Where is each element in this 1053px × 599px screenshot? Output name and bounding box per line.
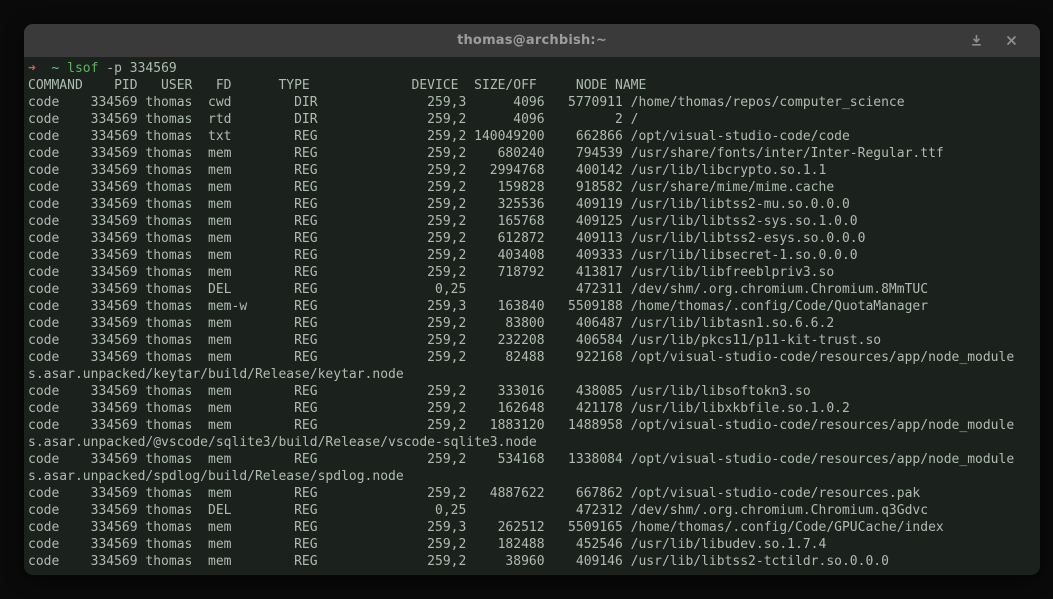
lsof-row: code 334569 thomas mem REG 259,2 325536 … xyxy=(28,196,1014,213)
lsof-row: code 334569 thomas DEL REG 0,25 472311 /… xyxy=(28,281,1014,298)
prompt-segment-arrow: ➜ xyxy=(28,61,36,76)
lsof-row: code 334569 thomas mem REG 259,2 2994768… xyxy=(28,162,1014,179)
lsof-row: code 334569 thomas mem REG 259,2 718792 … xyxy=(28,264,1014,281)
prompt-segment-path: ~ xyxy=(36,61,59,76)
prompt-segment-args: -p 334569 xyxy=(98,61,176,76)
lsof-header-row: COMMAND PID USER FD TYPE DEVICE SIZE/OFF… xyxy=(28,77,1014,94)
lsof-row: code 334569 thomas mem REG 259,3 262512 … xyxy=(28,519,1014,536)
shell-prompt: ➜ ~ lsof -p 334569 xyxy=(28,60,1014,77)
window-title: thomas@archbish:~ xyxy=(457,33,607,48)
lsof-row: code 334569 thomas mem REG 259,2 165768 … xyxy=(28,213,1014,230)
close-icon[interactable] xyxy=(1004,34,1018,48)
lsof-row: code 334569 thomas mem REG 259,2 680240 … xyxy=(28,145,1014,162)
lsof-row: code 334569 thomas mem REG 259,2 333016 … xyxy=(28,383,1014,400)
lsof-row: code 334569 thomas mem REG 259,2 403408 … xyxy=(28,247,1014,264)
terminal-window: thomas@archbish:~ ➜ ~ lsof -p 334569 COM… xyxy=(24,24,1040,575)
titlebar-controls xyxy=(969,24,1018,57)
lsof-rows: code 334569 thomas cwd DIR 259,3 4096 57… xyxy=(28,94,1036,570)
lsof-row: code 334569 thomas mem REG 259,2 612872 … xyxy=(28,230,1014,247)
lsof-row: code 334569 thomas mem REG 259,2 534168 … xyxy=(28,451,1014,485)
lsof-row: code 334569 thomas cwd DIR 259,3 4096 57… xyxy=(28,94,1014,111)
lsof-row: code 334569 thomas DEL REG 0,25 472312 /… xyxy=(28,502,1014,519)
titlebar[interactable]: thomas@archbish:~ xyxy=(24,24,1040,57)
lsof-row: code 334569 thomas mem REG 259,2 38960 4… xyxy=(28,553,1014,570)
lsof-row: code 334569 thomas mem REG 259,2 162648 … xyxy=(28,400,1014,417)
prompt-segment-cmd: lsof xyxy=(59,61,98,76)
lsof-row: code 334569 thomas mem REG 259,2 83800 4… xyxy=(28,315,1014,332)
lsof-row: code 334569 thomas rtd DIR 259,2 4096 2 … xyxy=(28,111,1014,128)
lsof-row: code 334569 thomas mem REG 259,2 182488 … xyxy=(28,536,1014,553)
lsof-row: code 334569 thomas mem REG 259,2 4887622… xyxy=(28,485,1014,502)
lsof-row: code 334569 thomas mem REG 259,2 1883120… xyxy=(28,417,1014,451)
desktop: thomas@archbish:~ ➜ ~ lsof -p 334569 COM… xyxy=(0,0,1053,599)
lsof-row: code 334569 thomas mem REG 259,2 82488 9… xyxy=(28,349,1014,383)
lsof-row: code 334569 thomas mem-w REG 259,3 16384… xyxy=(28,298,1014,315)
lsof-row: code 334569 thomas mem REG 259,2 159828 … xyxy=(28,179,1014,196)
download-icon[interactable] xyxy=(969,34,983,48)
lsof-row: code 334569 thomas txt REG 259,2 1400492… xyxy=(28,128,1014,145)
terminal-output[interactable]: ➜ ~ lsof -p 334569 COMMAND PID USER FD T… xyxy=(24,57,1040,570)
lsof-row: code 334569 thomas mem REG 259,2 232208 … xyxy=(28,332,1014,349)
